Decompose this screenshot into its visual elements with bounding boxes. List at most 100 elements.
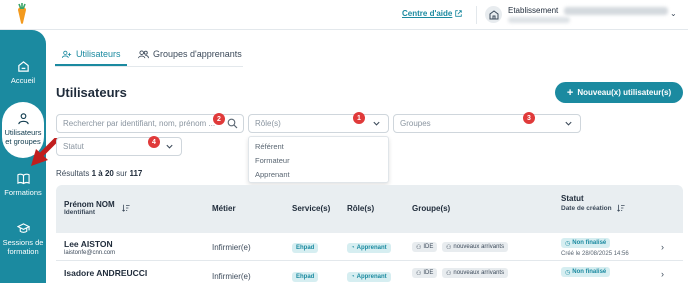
column-header-status[interactable]: Statut Date de création [561,194,613,214]
group-badge: ⚇ IDE [412,242,438,252]
user-name: Isadore ANDREUCCI [64,268,148,278]
role-badge-label: Apprenant [356,274,387,280]
service-badge: Ehpad [292,272,319,282]
user-name: Lee AISTON [64,239,113,249]
learner-icon: ◔ [351,245,355,251]
chevron-down-icon [373,121,380,126]
annotation-badge-4: 4 [148,136,160,148]
group-badge-label: nouveaux arrivants [453,270,505,276]
groups-select[interactable]: Groupes [393,114,581,133]
sidebar-item-home[interactable]: Accueil [0,60,46,85]
sidebar-item-sessions[interactable]: Sessions de formation [0,222,46,256]
help-center-link[interactable]: Centre d'aide [402,9,463,18]
sidebar-item-label: Formations [4,188,42,197]
clock-icon: ◷ [565,269,571,276]
divider [476,6,477,24]
role-option-learner[interactable]: Apprenant [255,170,290,179]
page-title: Utilisateurs [56,85,127,100]
help-center-label: Centre d'aide [402,9,453,18]
header-status-label: Statut [561,194,584,203]
results-of: sur [116,169,128,178]
search-placeholder: Rechercher par identifiant, nom, prénom … [63,119,216,128]
status-select[interactable]: Statut [56,137,182,156]
role-placeholder: Rôle(s) [255,119,281,128]
tab-label: Utilisateurs [76,49,121,59]
user-email: laistonfe@cnn.com [64,250,116,256]
sidebar-item-label: Sessions de formation [2,238,44,256]
column-header-name[interactable]: Prénom NOM Identifiant [64,200,115,216]
learner-icon: ◔ [351,274,355,280]
group-badge: ⚇ nouveaux arrivants [442,242,509,252]
service-badge: Ehpad [292,243,319,253]
group-icon: ⚇ [416,244,422,251]
establishment-avatar[interactable] [485,6,502,23]
column-header-job: Métier [212,204,236,213]
user-job: Infirmier(e) [212,243,251,252]
results-prefix: Résultats [56,169,90,178]
column-header-roles: Rôle(s) [347,204,375,213]
graduation-cap-icon [16,223,30,233]
group-badge-label: IDE [423,270,434,276]
chevron-right-icon[interactable]: › [661,269,664,279]
group-badge: ⚇ nouveaux arrivants [442,268,509,278]
results-count: Résultats 1 à 20 sur 117 [56,169,142,178]
book-icon [16,173,30,185]
role-option-referent[interactable]: Référent [255,142,284,151]
created-date: Créé le 28/08/2025 14:56 [561,251,629,257]
group-icon [138,49,149,58]
role-dropdown-menu: Référent Formateur Apprenant [248,136,389,183]
group-badge: ⚇ IDE [412,268,438,278]
header-creation-label: Date de création [561,205,612,212]
plus-icon: + [566,86,574,99]
tabs-baseline [55,66,243,67]
annotation-badge-3: 3 [523,112,535,124]
table-row[interactable]: Isadore ANDREUCCI Infirmier(e) Ehpad ◔ A… [56,262,683,283]
search-icon [227,118,238,129]
chevron-down-icon [565,121,572,126]
results-total: 117 [129,169,143,178]
home-icon [17,61,29,72]
clock-icon: ◷ [565,240,571,247]
role-badge-label: Apprenant [356,245,387,251]
users-icon [62,50,72,58]
top-bar: Centre d'aide Etablissement ⌄ [0,0,688,30]
user-icon [17,113,29,125]
group-badge-label: nouveaux arrivants [453,244,505,250]
tab-learner-groups[interactable]: Groupes d'apprenants [138,49,242,59]
establishment-sub-redacted [508,17,570,23]
user-job: Infirmier(e) [212,272,251,281]
chevron-down-icon[interactable]: ⌄ [670,9,677,18]
group-icon: ⚇ [446,270,452,277]
column-header-groups: Groupe(s) [412,204,451,213]
group-icon: ⚇ [416,270,422,277]
new-users-label: Nouveau(x) utilisateur(s) [577,88,672,97]
results-range: 1 à 20 [91,169,114,178]
table-row[interactable]: Lee AISTON laistonfe@cnn.com Infirmier(e… [56,233,683,261]
groups-placeholder: Groupes [400,119,431,128]
table-header: Prénom NOM Identifiant Métier Service(s)… [56,185,683,233]
role-badge: ◔ Apprenant [347,243,391,253]
sort-icon[interactable] [122,204,130,212]
role-option-trainer[interactable]: Formateur [255,156,290,165]
external-link-icon [455,10,463,17]
header-identifier-label: Identifiant [64,209,96,216]
chevron-down-icon [166,144,173,149]
role-select[interactable]: Rôle(s) [248,114,389,133]
header-name-label: Prénom NOM [64,200,115,209]
new-users-button[interactable]: + Nouveau(x) utilisateur(s) [555,82,683,103]
establishment-name-redacted [564,7,668,15]
red-arrow-annotation [31,138,58,166]
column-header-services: Service(s) [292,204,331,213]
sidebar-item-trainings[interactable]: Formations [0,172,46,197]
sort-icon[interactable] [617,204,625,212]
group-badge-label: IDE [423,244,434,250]
chevron-right-icon[interactable]: › [661,242,664,252]
tab-users[interactable]: Utilisateurs [62,49,121,59]
establishment-label[interactable]: Etablissement [508,6,558,15]
tab-label: Groupes d'apprenants [153,49,242,59]
group-icon: ⚇ [446,244,452,251]
status-badge: ◷ Non finalisé [561,267,611,277]
annotation-badge-2: 2 [213,113,225,125]
status-placeholder: Statut [63,142,84,151]
brand-logo [18,3,26,24]
